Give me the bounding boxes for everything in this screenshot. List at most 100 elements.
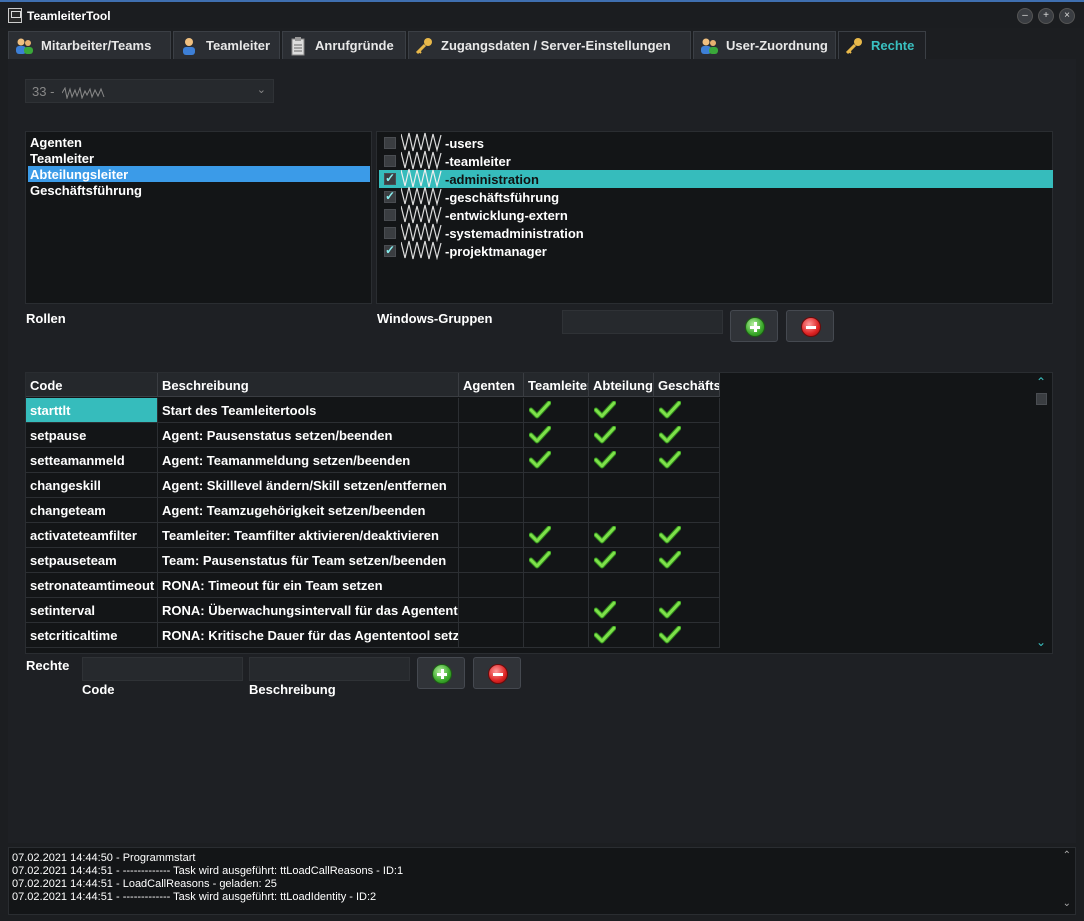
cell-permission[interactable]	[459, 573, 524, 598]
description-input[interactable]	[249, 657, 410, 681]
chevron-down-icon[interactable]: ⌄	[1063, 898, 1071, 909]
cell-description[interactable]: Agent: Teamzugehörigkeit setzen/beenden	[158, 498, 459, 523]
cell-description[interactable]: Agent: Skilllevel ändern/Skill setzen/en…	[158, 473, 459, 498]
cell-permission[interactable]	[524, 448, 589, 473]
cell-code[interactable]: starttlt	[26, 398, 158, 423]
cell-permission[interactable]	[589, 573, 654, 598]
add-group-button[interactable]	[730, 310, 778, 342]
column-header-abteilungsleiter[interactable]: Abteilungsleiter	[589, 373, 654, 397]
cell-permission[interactable]	[524, 473, 589, 498]
cell-permission[interactable]	[459, 548, 524, 573]
cell-permission[interactable]	[654, 623, 720, 648]
cell-permission[interactable]	[654, 548, 720, 573]
table-row[interactable]: setpause Agent: Pausenstatus setzen/beend…	[26, 423, 720, 448]
cell-code[interactable]: activateteamfilter	[26, 523, 158, 548]
role-item-teamleiter[interactable]: Teamleiter	[28, 150, 370, 166]
cell-description[interactable]: Agent: Teamanmeldung setzen/beenden	[158, 448, 459, 473]
cell-code[interactable]: setronateamtimeout	[26, 573, 158, 598]
group-item[interactable]: -administration	[379, 168, 1053, 188]
cell-permission[interactable]	[654, 448, 720, 473]
column-header-geschaeftsfuehrung[interactable]: Geschäftsführung	[654, 373, 720, 397]
table-row[interactable]: setteamanmeld Agent: Teamanmeldung setzen…	[26, 448, 720, 473]
cell-code[interactable]: setcriticaltime	[26, 623, 158, 648]
cell-permission[interactable]	[654, 498, 720, 523]
table-row[interactable]: changeskill Agent: Skilllevel ändern/Skil…	[26, 473, 720, 498]
role-item-geschaeftsfuehrung[interactable]: Geschäftsführung	[28, 182, 370, 198]
maximize-button[interactable]: +	[1038, 8, 1054, 24]
cell-permission[interactable]	[459, 623, 524, 648]
cell-permission[interactable]	[459, 398, 524, 423]
cell-permission[interactable]	[654, 473, 720, 498]
tab-anrufgruende[interactable]: Anrufgründe	[282, 31, 406, 59]
cell-permission[interactable]	[524, 498, 589, 523]
cell-permission[interactable]	[589, 523, 654, 548]
cell-permission[interactable]	[654, 398, 720, 423]
group-name-input[interactable]	[562, 310, 723, 334]
cell-permission[interactable]	[524, 573, 589, 598]
cell-permission[interactable]	[524, 398, 589, 423]
group-checkbox[interactable]	[384, 155, 396, 167]
cell-description[interactable]: RONA: Timeout für ein Team setzen	[158, 573, 459, 598]
tab-rechte[interactable]: Rechte	[838, 31, 926, 59]
chevron-up-icon[interactable]: ⌃	[1036, 375, 1046, 389]
windows-groups-list[interactable]: -users -teamleiter -administration -gesc…	[376, 131, 1053, 304]
table-row[interactable]: setpauseteam Team: Pausenstatus für Team …	[26, 548, 720, 573]
cell-permission[interactable]	[589, 623, 654, 648]
table-row[interactable]: setinterval RONA: Überwachungsintervall f…	[26, 598, 720, 623]
group-item[interactable]: -users	[379, 132, 1053, 152]
column-header-agenten[interactable]: Agenten	[459, 373, 524, 397]
group-item[interactable]: -systemadministration	[379, 222, 1053, 242]
table-row[interactable]: starttlt Start des Teamleitertools	[26, 398, 720, 423]
group-item[interactable]: -teamleiter	[379, 150, 1053, 170]
cell-description[interactable]: Agent: Pausenstatus setzen/beenden	[158, 423, 459, 448]
chevron-down-icon[interactable]: ⌄	[1036, 635, 1046, 649]
cell-permission[interactable]	[459, 423, 524, 448]
roles-list[interactable]: Agenten Teamleiter Abteilungsleiter Gesc…	[25, 131, 372, 304]
cell-code[interactable]: setinterval	[26, 598, 158, 623]
close-button[interactable]: ×	[1059, 8, 1075, 24]
cell-description[interactable]: Team: Pausenstatus für Team setzen/beend…	[158, 548, 459, 573]
cell-permission[interactable]	[459, 498, 524, 523]
cell-code[interactable]: changeskill	[26, 473, 158, 498]
table-row[interactable]: activateteamfilter Teamleiter: Teamfilter…	[26, 523, 720, 548]
cell-permission[interactable]	[589, 398, 654, 423]
cell-permission[interactable]	[589, 473, 654, 498]
cell-permission[interactable]	[589, 423, 654, 448]
identity-select[interactable]: 33 - ⌄	[25, 79, 274, 103]
cell-permission[interactable]	[459, 473, 524, 498]
table-row[interactable]: changeteam Agent: Teamzugehörigkeit setze…	[26, 498, 720, 523]
cell-permission[interactable]	[654, 423, 720, 448]
cell-permission[interactable]	[589, 498, 654, 523]
cell-description[interactable]: Start des Teamleitertools	[158, 398, 459, 423]
group-item[interactable]: -projektmanager	[379, 240, 1053, 260]
cell-description[interactable]: RONA: Überwachungsintervall für das Agen…	[158, 598, 459, 623]
tab-teamleiter[interactable]: Teamleiter	[173, 31, 280, 59]
table-row[interactable]: setcriticaltime RONA: Kritische Dauer für…	[26, 623, 720, 648]
cell-permission[interactable]	[459, 448, 524, 473]
cell-permission[interactable]	[589, 448, 654, 473]
tab-user-zuordnung[interactable]: User-Zuordnung	[693, 31, 836, 59]
group-checkbox[interactable]	[384, 171, 396, 185]
tab-mitarbeiter-teams[interactable]: Mitarbeiter/Teams	[8, 31, 171, 59]
log-panel[interactable]: 07.02.2021 14:44:50 - Programmstart 07.0…	[8, 847, 1076, 915]
column-header-teamleiter[interactable]: Teamleiter	[524, 373, 589, 397]
cell-code[interactable]: setteamanmeld	[26, 448, 158, 473]
cell-permission[interactable]	[654, 523, 720, 548]
table-scrollbar[interactable]: ⌃ ⌄	[1032, 373, 1052, 653]
cell-code[interactable]: changeteam	[26, 498, 158, 523]
role-item-agenten[interactable]: Agenten	[28, 134, 370, 150]
group-item[interactable]: -entwicklung-extern	[379, 204, 1053, 224]
group-checkbox[interactable]	[384, 209, 396, 221]
group-checkbox[interactable]	[384, 227, 396, 239]
group-checkbox[interactable]	[384, 137, 396, 149]
tab-zugangsdaten[interactable]: Zugangsdaten / Server-Einstellungen	[408, 31, 691, 59]
table-row[interactable]: setronateamtimeout RONA: Timeout für ein …	[26, 573, 720, 598]
cell-permission[interactable]	[524, 423, 589, 448]
chevron-up-icon[interactable]: ⌃	[1063, 850, 1071, 861]
cell-permission[interactable]	[654, 598, 720, 623]
group-item[interactable]: -geschäftsführung	[379, 186, 1053, 206]
cell-permission[interactable]	[524, 598, 589, 623]
role-item-abteilungsleiter[interactable]: Abteilungsleiter	[28, 166, 370, 182]
minimize-button[interactable]: –	[1017, 8, 1033, 24]
column-header-code[interactable]: Code	[26, 373, 158, 397]
